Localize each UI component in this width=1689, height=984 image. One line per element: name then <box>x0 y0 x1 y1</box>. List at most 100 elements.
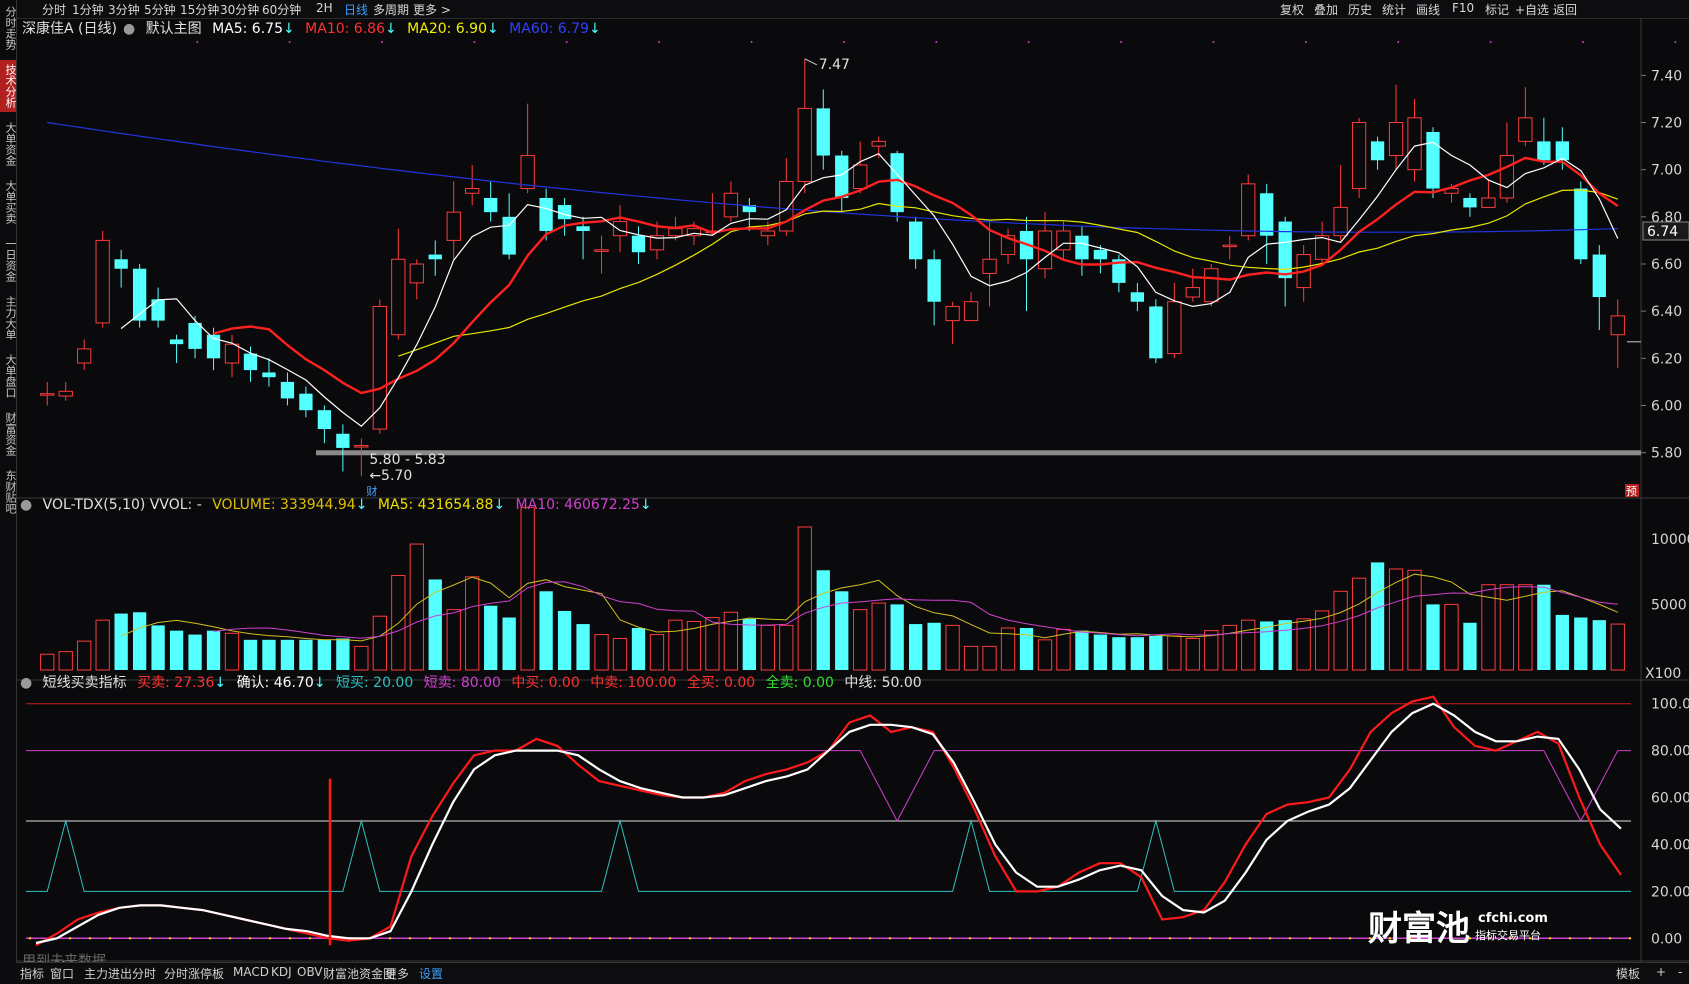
toolbar-right-item-6[interactable]: 标记 <box>1485 1 1509 18</box>
toolbar-item-2[interactable]: 3分钟 <box>108 1 140 18</box>
toolbar-right-item-3[interactable]: 统计 <box>1382 1 1406 18</box>
sidebar-item-6[interactable]: 大单盘口 <box>0 350 17 402</box>
price-axis-label-7: 6.00 <box>1651 398 1682 414</box>
volume-legend: ● VOL-TDX(5,10) VVOL: - VOLUME: 333944.9… <box>20 497 658 513</box>
toolbar-right-item-4[interactable]: 画线 <box>1416 1 1440 18</box>
zero-dot <box>688 937 692 940</box>
vol-ma5: MA5: 431654.88 <box>377 497 494 513</box>
candle-body <box>243 353 258 371</box>
marker-dot <box>1397 41 1400 43</box>
zero-dot <box>1608 937 1612 940</box>
toolbar-item-8[interactable]: 日线 <box>344 1 368 18</box>
down-arrow-icon: ↓ <box>355 497 368 513</box>
sidebar-item-5[interactable]: 主力大单 <box>0 292 17 344</box>
volume-bar <box>262 639 276 670</box>
candle-body <box>372 305 387 430</box>
zero-dot <box>1028 937 1032 940</box>
price-axis-label-8: 5.80 <box>1651 446 1682 462</box>
zero-dot <box>888 937 892 940</box>
bottom-tab-0[interactable]: 指标 <box>20 965 44 982</box>
volume-bar <box>428 579 442 670</box>
volume-bar <box>77 640 92 671</box>
bottom-tab-6[interactable]: OBV <box>297 965 323 979</box>
candle-body <box>1149 306 1163 359</box>
sidebar-item-1[interactable]: 技术分析 <box>0 60 17 112</box>
toolbar-right-item-0[interactable]: 复权 <box>1280 1 1304 18</box>
ma10-line <box>213 156 1619 395</box>
volume-bar <box>779 624 794 671</box>
toolbar-item-5[interactable]: 30分钟 <box>220 1 259 18</box>
sidebar-item-4[interactable]: 一日资金 <box>0 234 17 286</box>
zero-dot <box>968 937 972 940</box>
candle-body <box>1241 183 1256 237</box>
sidebar-item-2[interactable]: 大单资金 <box>0 118 17 170</box>
bottom-tab-9[interactable]: 设置 <box>419 965 443 982</box>
volume-bar <box>224 632 240 671</box>
volume-bar <box>1149 635 1163 670</box>
settings-dot-icon[interactable]: ● <box>123 21 135 37</box>
toolbar-item-10[interactable]: 更多 > <box>413 1 451 18</box>
toolbar-right-item-2[interactable]: 历史 <box>1348 1 1372 18</box>
zero-dot <box>1268 937 1272 940</box>
toolbar-item-3[interactable]: 5分钟 <box>144 1 176 18</box>
bottom-right-2[interactable]: - <box>1678 965 1682 979</box>
toolbar-item-0[interactable]: 分时 <box>42 1 66 18</box>
bottom-right-0[interactable]: 模板 <box>1616 965 1640 982</box>
sidebar-item-7[interactable]: 财富资金 <box>0 408 17 460</box>
zero-dot <box>288 937 292 940</box>
bottom-tab-5[interactable]: KDJ <box>271 965 292 979</box>
volume-bar <box>1610 623 1625 671</box>
candle-body <box>945 305 960 322</box>
candle-body <box>1093 249 1108 260</box>
ind-mid-buy: 中买: 0.00 <box>511 675 580 691</box>
volume-bar <box>40 653 55 671</box>
candle-body <box>594 249 609 252</box>
toolbar-item-6[interactable]: 60分钟 <box>262 1 301 18</box>
zero-dot <box>988 937 992 940</box>
volume-bar <box>484 605 498 670</box>
toolbar-right-item-7[interactable]: +自选 <box>1515 1 1549 18</box>
candle-body <box>40 393 55 396</box>
ind-axis-label-2: 60.00 <box>1651 791 1689 807</box>
settings-dot-icon[interactable]: ● <box>20 675 32 691</box>
sidebar-item-0[interactable]: 分时走势 <box>0 2 17 54</box>
marker-dot <box>935 41 938 43</box>
volume-bar <box>557 610 572 670</box>
candle-body <box>224 343 240 364</box>
toolbar-right-item-8[interactable]: 返回 <box>1553 1 1577 18</box>
zero-dot <box>1628 937 1632 940</box>
candle-body <box>816 108 830 156</box>
bottom-tab-1[interactable]: 窗口 <box>50 965 74 982</box>
sidebar-item-3[interactable]: 大单买卖 <box>0 176 17 228</box>
bottom-tab-4[interactable]: MACD <box>233 965 269 979</box>
toolbar-item-4[interactable]: 15分钟 <box>180 1 219 18</box>
stock-chart[interactable]: 7.407.207.006.806.606.406.206.005.807.47… <box>16 18 1689 962</box>
ind-axis-label-3: 40.00 <box>1651 837 1689 853</box>
toolbar-item-9[interactable]: 多周期 <box>373 1 409 18</box>
toolbar-right-item-1[interactable]: 叠加 <box>1314 1 1338 18</box>
zero-dot <box>1068 937 1072 940</box>
template-label[interactable]: 默认主图 <box>146 21 202 37</box>
sidebar-item-8[interactable]: 东财贴吧 <box>0 466 17 518</box>
bottom-tab-2[interactable]: 主力进出分时 <box>84 965 156 982</box>
bottom-right-1[interactable]: + <box>1656 965 1666 979</box>
toolbar-item-7[interactable]: 2H <box>316 1 333 15</box>
current-price-label: 6.74 <box>1647 224 1678 240</box>
candle-body <box>188 322 202 349</box>
zero-dot <box>1288 937 1292 940</box>
bottom-tab-3[interactable]: 分时涨停板 <box>164 965 224 982</box>
zero-dot <box>28 937 32 940</box>
volume-bar <box>742 618 757 670</box>
ind-mid-sell: 中卖: 100.00 <box>590 675 677 691</box>
toolbar-item-1[interactable]: 1分钟 <box>72 1 104 18</box>
zero-dot <box>128 937 132 940</box>
settings-dot-icon[interactable]: ● <box>20 497 32 513</box>
zero-dot <box>588 937 592 940</box>
bottom-tab-8[interactable]: 更多 <box>385 965 409 982</box>
candle-body <box>631 235 646 253</box>
toolbar-right-item-5[interactable]: F10 <box>1452 1 1474 15</box>
volume-bar <box>95 619 110 671</box>
marker-dot <box>750 41 753 43</box>
volume-bar <box>1537 584 1551 670</box>
volume-bar <box>1185 638 1200 671</box>
